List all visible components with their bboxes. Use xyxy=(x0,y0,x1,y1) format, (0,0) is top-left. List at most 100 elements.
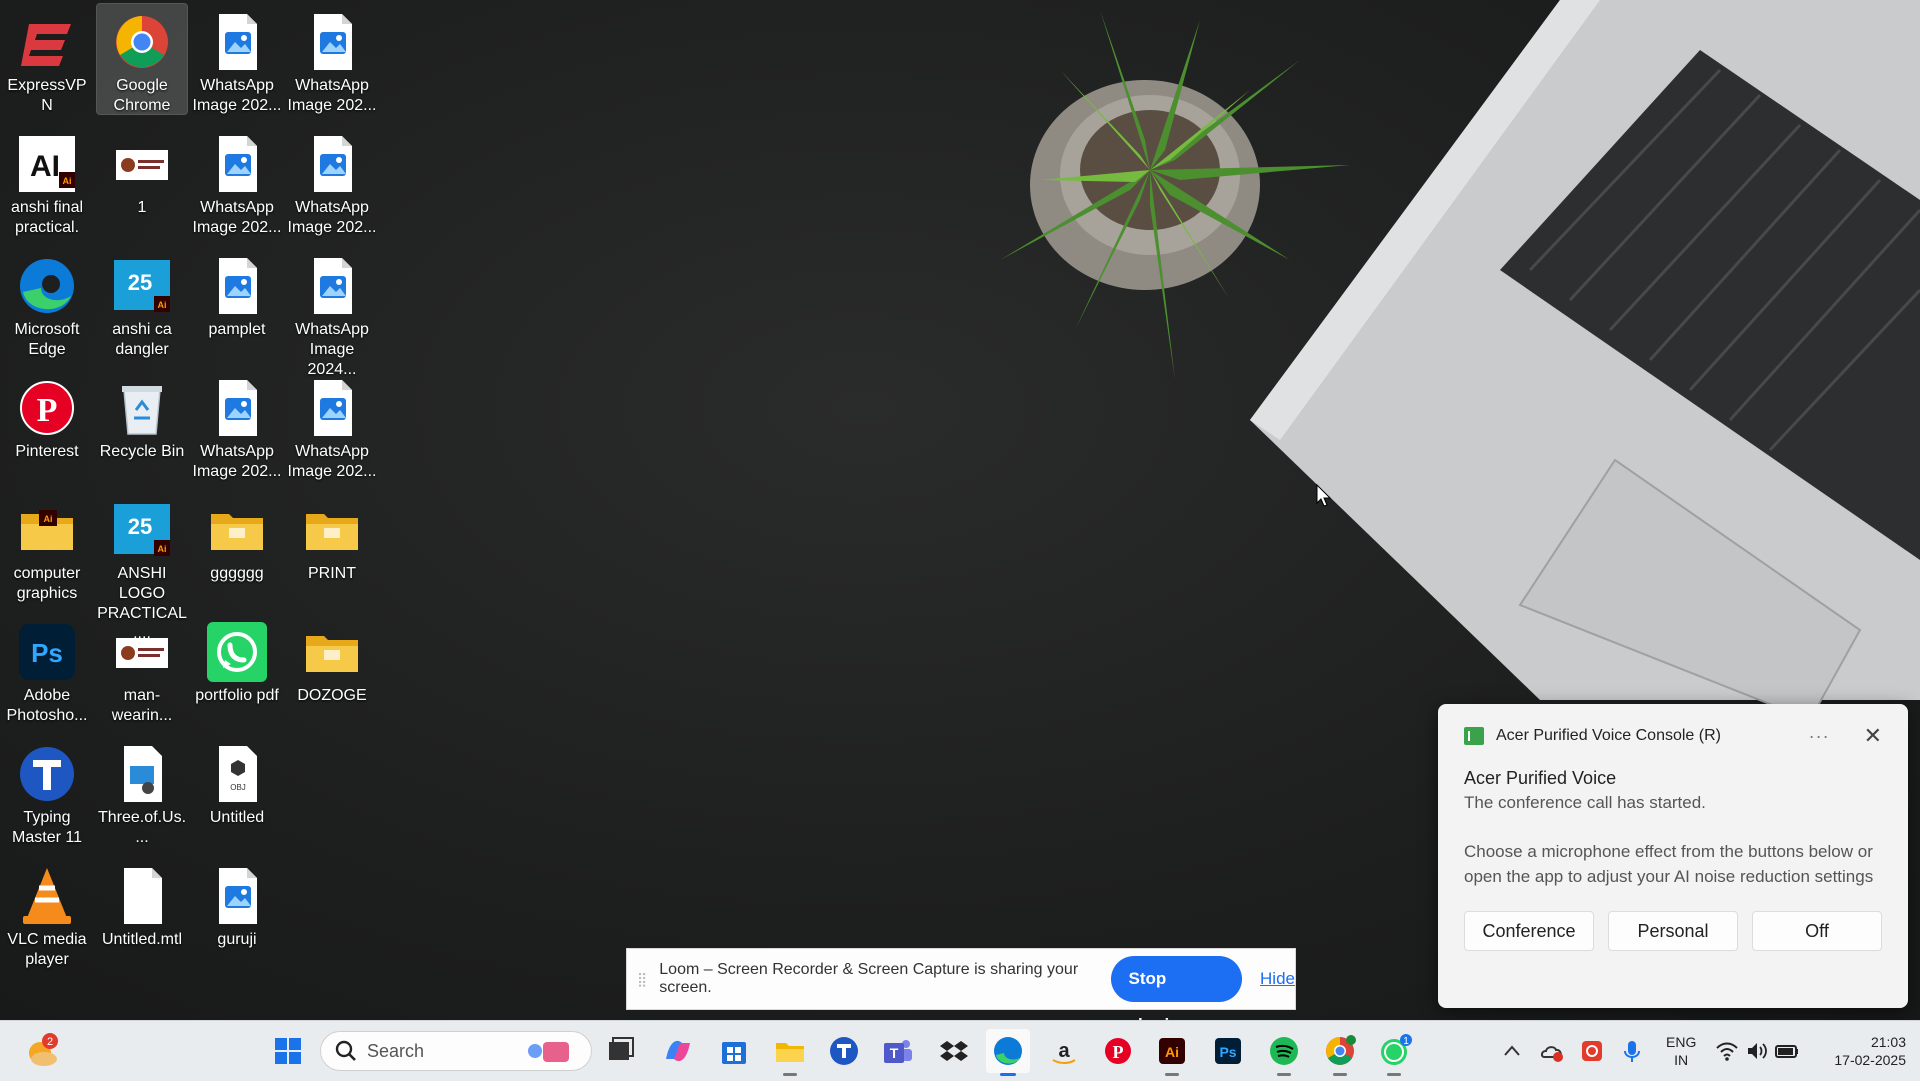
desktop-icon-portfolio-pdf[interactable]: portfolio pdf xyxy=(192,614,282,724)
desktop-icon-vlc-media-player[interactable]: VLC media player xyxy=(2,858,92,968)
desktop-icon-anshi-final-practical[interactable]: AI Ai anshi final practical. xyxy=(2,126,92,236)
drag-handle-icon[interactable]: ⣿ xyxy=(637,971,647,988)
desktop-icon-expressvpn[interactable]: ExpressVPN xyxy=(2,4,92,114)
personal-button[interactable]: Personal xyxy=(1608,911,1738,951)
stop-sharing-button[interactable]: Stop sharing xyxy=(1110,956,1243,1034)
desktop-icon-dozoge[interactable]: DOZOGE xyxy=(287,614,377,724)
desktop-icon-whatsapp-image-202[interactable]: WhatsApp Image 202... xyxy=(192,370,282,480)
store-icon xyxy=(722,1042,746,1064)
desktop-icon-gggggg[interactable]: gggggg xyxy=(192,492,282,602)
file-explorer-button[interactable] xyxy=(768,1029,812,1076)
desktop-icon-label: WhatsApp Image 202... xyxy=(287,443,377,480)
volume-icon[interactable] xyxy=(1743,1037,1771,1065)
desktop-icon-man-wearin[interactable]: man-wearin... xyxy=(97,614,187,724)
chrome-icon xyxy=(110,10,174,74)
whatsapp-button[interactable]: 1 xyxy=(1372,1029,1416,1076)
running-indicator xyxy=(1387,1073,1401,1076)
folder-ai-icon: Ai xyxy=(15,498,79,562)
pinterest-button[interactable]: P xyxy=(1096,1029,1140,1073)
desktop-icon-label: pamplet xyxy=(208,321,266,338)
desktop-icon-whatsapp-image-202[interactable]: WhatsApp Image 202... xyxy=(287,126,377,236)
desktop-icon-guruji[interactable]: guruji xyxy=(192,858,282,968)
illustrator-file-icon: AI Ai xyxy=(15,132,79,196)
desktop-icon-label: WhatsApp Image 202... xyxy=(287,199,377,236)
desktop-icon-three-of-us[interactable]: Three.of.Us.... xyxy=(97,736,187,846)
svg-text:Ps: Ps xyxy=(1219,1044,1236,1060)
edge-button[interactable] xyxy=(986,1029,1030,1076)
desktop-icon-whatsapp-image-202[interactable]: WhatsApp Image 202... xyxy=(287,4,377,114)
hide-link[interactable]: Hide xyxy=(1260,969,1295,989)
desktop-icon-pinterest[interactable]: P Pinterest xyxy=(2,370,92,480)
running-indicator xyxy=(783,1073,797,1076)
conference-button[interactable]: Conference xyxy=(1464,911,1594,951)
desktop-icon-untitled[interactable]: OBJ Untitled xyxy=(192,736,282,846)
illustrator-button[interactable]: Ai xyxy=(1150,1029,1194,1076)
desktop-icon-anshi-ca-dangler[interactable]: 25 Ai anshi ca dangler xyxy=(97,248,187,358)
mouse-cursor-icon xyxy=(1316,484,1332,507)
start-button[interactable] xyxy=(266,1029,310,1073)
typingmaster-button[interactable] xyxy=(822,1029,866,1073)
desktop-icon-grid: ExpressVPN Google Chrome WhatsApp Image 20… xyxy=(0,0,390,1020)
dropbox-button[interactable] xyxy=(932,1029,976,1073)
image-thumbnail-icon xyxy=(110,132,174,196)
microphone-icon[interactable] xyxy=(1618,1037,1646,1065)
taskbar: 2 Search T a P Ai Ps 1 ENG IN 21:03 17-0… xyxy=(0,1020,1920,1081)
whatsapp-icon xyxy=(205,620,269,684)
weather-widget[interactable]: 2 xyxy=(20,1029,64,1073)
microsoft-store-button[interactable] xyxy=(712,1029,756,1073)
teams-button[interactable]: T xyxy=(876,1029,920,1073)
desktop-icon-label: WhatsApp Image 202... xyxy=(192,199,282,236)
svg-text:T: T xyxy=(890,1045,899,1061)
desktop-icon-microsoft-edge[interactable]: Microsoft Edge xyxy=(2,248,92,358)
desktop-icon-whatsapp-image-202[interactable]: WhatsApp Image 202... xyxy=(287,370,377,480)
taskbar-search[interactable]: Search xyxy=(320,1031,592,1071)
desktop-icon-whatsapp-image-2024[interactable]: WhatsApp Image 2024... xyxy=(287,248,377,378)
spotify-button[interactable] xyxy=(1262,1029,1306,1076)
system-clock[interactable]: 21:03 17-02-2025 xyxy=(1812,1033,1906,1069)
image-file-icon xyxy=(300,10,364,74)
desktop-icon-label: WhatsApp Image 202... xyxy=(192,77,282,114)
desktop-icon-label: 1 xyxy=(137,199,147,216)
close-icon[interactable]: ✕ xyxy=(1864,723,1882,749)
desktop-icon-untitled-mtl[interactable]: Untitled.mtl xyxy=(97,858,187,968)
vlc-icon xyxy=(15,864,79,928)
desktop-icon-label: Untitled xyxy=(209,809,265,826)
chrome-button[interactable] xyxy=(1318,1029,1362,1076)
desktop-icon-adobe-photosho[interactable]: Ps Adobe Photosho... xyxy=(2,614,92,724)
chevron-up-icon[interactable] xyxy=(1498,1037,1526,1065)
svg-text:P: P xyxy=(1113,1042,1124,1062)
image-file-icon xyxy=(300,376,364,440)
sync-icon[interactable] xyxy=(1578,1037,1606,1065)
typingmaster-icon xyxy=(15,742,79,806)
desktop-icon-print[interactable]: PRINT xyxy=(287,492,377,602)
desktop-icon-typing-master-11[interactable]: Typing Master 11 xyxy=(2,736,92,846)
desktop-icon-label: Three.of.Us.... xyxy=(97,809,187,846)
notification-buttons: Conference Personal Off xyxy=(1464,911,1882,951)
svg-text:a: a xyxy=(1058,1040,1070,1062)
onedrive-icon[interactable] xyxy=(1538,1037,1566,1065)
desktop-icon-whatsapp-image-202[interactable]: WhatsApp Image 202... xyxy=(192,126,282,236)
desktop-icon-anshi-logo-practical[interactable]: 25 Ai ANSHI LOGO PRACTICAL.... xyxy=(97,492,187,642)
battery-icon[interactable] xyxy=(1773,1037,1801,1065)
more-options-icon[interactable]: ··· xyxy=(1809,726,1830,747)
desktop-icon-label: WhatsApp Image 202... xyxy=(192,443,282,480)
image-file-icon xyxy=(300,132,364,196)
copilot-button[interactable] xyxy=(656,1029,700,1073)
desktop-icon-google-chrome[interactable]: Google Chrome xyxy=(96,3,188,115)
desktop-icon-computer-graphics[interactable]: Ai computer graphics xyxy=(2,492,92,602)
photoshop-button[interactable]: Ps xyxy=(1206,1029,1250,1073)
desktop-icon-pamplet[interactable]: pamplet xyxy=(192,248,282,358)
off-button[interactable]: Off xyxy=(1752,911,1882,951)
task-view-button[interactable] xyxy=(598,1029,642,1073)
desktop-icon-label: man-wearin... xyxy=(111,687,173,724)
typingmaster-icon xyxy=(830,1037,858,1065)
desktop-icon-1[interactable]: 1 xyxy=(97,126,187,236)
desktop-icon-recycle-bin[interactable]: Recycle Bin xyxy=(97,370,187,480)
folder-icon xyxy=(300,498,364,562)
language-indicator[interactable]: ENG IN xyxy=(1666,1033,1696,1069)
acer-notification[interactable]: Acer Purified Voice Console (R) ··· ✕ Ac… xyxy=(1438,704,1908,1008)
wifi-icon[interactable] xyxy=(1713,1037,1741,1065)
notification-title: Acer Purified Voice xyxy=(1464,768,1617,788)
desktop-icon-whatsapp-image-202[interactable]: WhatsApp Image 202... xyxy=(192,4,282,114)
amazon-button[interactable]: a xyxy=(1042,1029,1086,1073)
